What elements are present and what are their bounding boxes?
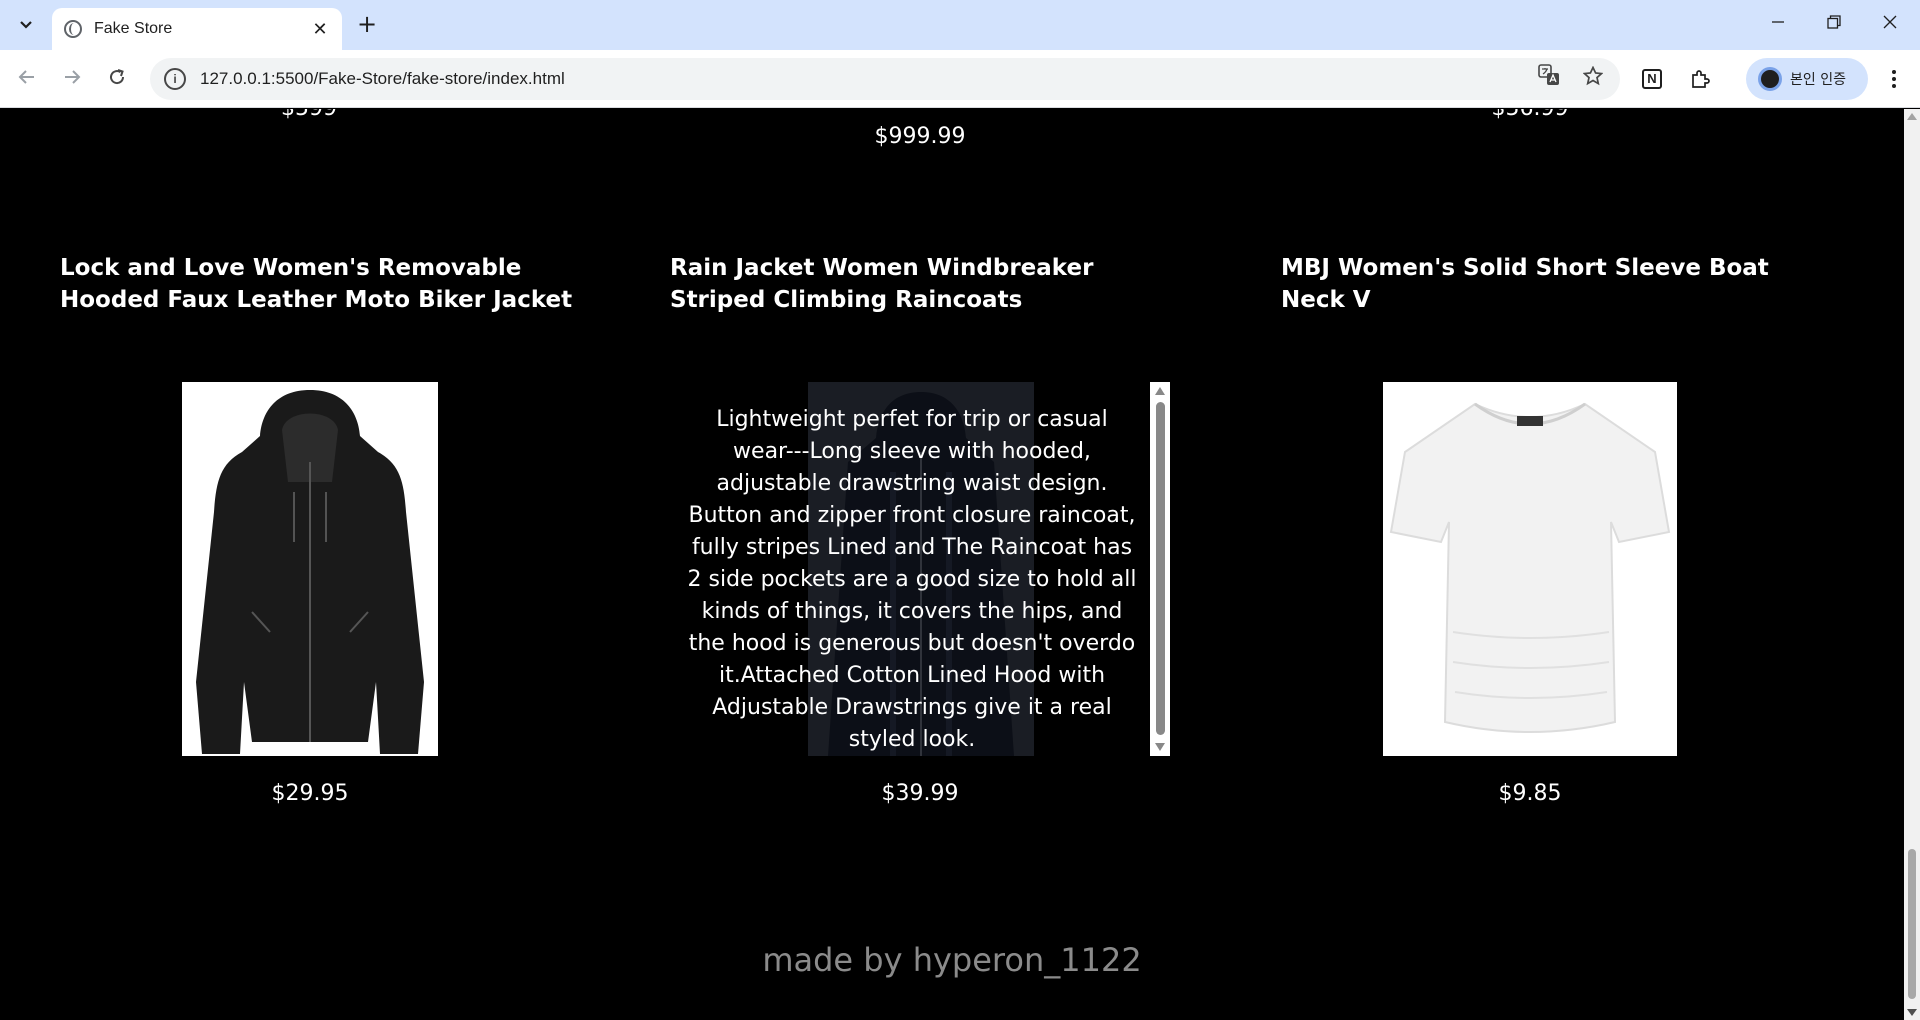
description-scrollbar[interactable] [1150, 382, 1170, 756]
reload-button[interactable] [100, 62, 134, 96]
restore-icon [1827, 15, 1841, 29]
product-price: $9.85 [1498, 781, 1562, 806]
scroll-thumb[interactable] [1908, 849, 1916, 999]
site-info-icon[interactable]: i [164, 68, 186, 90]
translate-icon[interactable] [1532, 62, 1566, 96]
product-price: $39.99 [881, 781, 959, 806]
product-price: $599 [209, 109, 409, 121]
scroll-up-icon[interactable] [1155, 387, 1165, 395]
browser-tab[interactable]: Fake Store ✕ [52, 8, 342, 50]
product-title[interactable]: Rain Jacket Women Windbreaker Striped Cl… [670, 252, 1190, 316]
product-description: Lightweight perfet for trip or casual we… [687, 407, 1137, 752]
scroll-up-icon[interactable] [1907, 113, 1917, 120]
profile-label: 본인 인증 [1790, 72, 1846, 88]
product-image[interactable] [182, 382, 438, 756]
close-tab-icon[interactable]: ✕ [310, 19, 330, 40]
close-icon [1883, 15, 1897, 29]
product-price: $999.99 [874, 124, 966, 149]
product-image-hover-card[interactable]: Lightweight perfet for trip or casual we… [672, 382, 1170, 756]
new-tab-button[interactable]: + [352, 10, 382, 40]
leather-jacket-image [182, 382, 438, 756]
bookmark-star-icon[interactable] [1576, 62, 1610, 96]
page-viewport: $599 $999.99 $56.99 Lock and Love Women'… [0, 109, 1904, 1020]
tab-search-menu-button[interactable] [10, 9, 42, 41]
avatar [1758, 67, 1782, 91]
more-menu-icon[interactable] [1877, 62, 1911, 96]
white-top-image [1383, 382, 1677, 756]
globe-icon [64, 20, 82, 38]
scroll-thumb[interactable] [1156, 402, 1165, 735]
chevron-down-icon [20, 21, 32, 29]
reload-icon [110, 69, 125, 85]
minimize-button[interactable] [1758, 8, 1798, 40]
close-window-button[interactable] [1870, 8, 1910, 40]
extensions-puzzle-icon[interactable] [1683, 62, 1717, 96]
scroll-down-icon[interactable] [1907, 1009, 1917, 1016]
arrow-left-icon [18, 70, 34, 84]
arrow-right-icon [65, 70, 81, 84]
back-button[interactable] [10, 62, 44, 96]
restore-button[interactable] [1814, 8, 1854, 40]
minimize-icon [1772, 21, 1784, 23]
product-title[interactable]: Lock and Love Women's Removable Hooded F… [60, 252, 580, 316]
product-title[interactable]: MBJ Women's Solid Short Sleeve Boat Neck… [1281, 252, 1801, 316]
product-price: $56.99 [1430, 109, 1630, 121]
tab-strip: Fake Store ✕ + [0, 0, 1920, 50]
product-price: $29.95 [271, 781, 349, 806]
footer-credit: made by hyperon_1122 [762, 941, 1142, 979]
notion-extension-icon[interactable]: N [1642, 69, 1662, 89]
scroll-down-icon[interactable] [1155, 743, 1165, 751]
product-image[interactable] [1383, 382, 1677, 756]
profile-button[interactable]: 본인 인증 [1746, 58, 1868, 100]
tab-title: Fake Store [94, 20, 173, 37]
url-text[interactable]: 127.0.0.1:5500/Fake-Store/fake-store/ind… [200, 69, 1532, 89]
forward-button[interactable] [55, 62, 89, 96]
page-scrollbar[interactable] [1904, 109, 1920, 1020]
address-bar[interactable]: i 127.0.0.1:5500/Fake-Store/fake-store/i… [150, 58, 1620, 100]
browser-toolbar: i 127.0.0.1:5500/Fake-Store/fake-store/i… [0, 50, 1920, 108]
